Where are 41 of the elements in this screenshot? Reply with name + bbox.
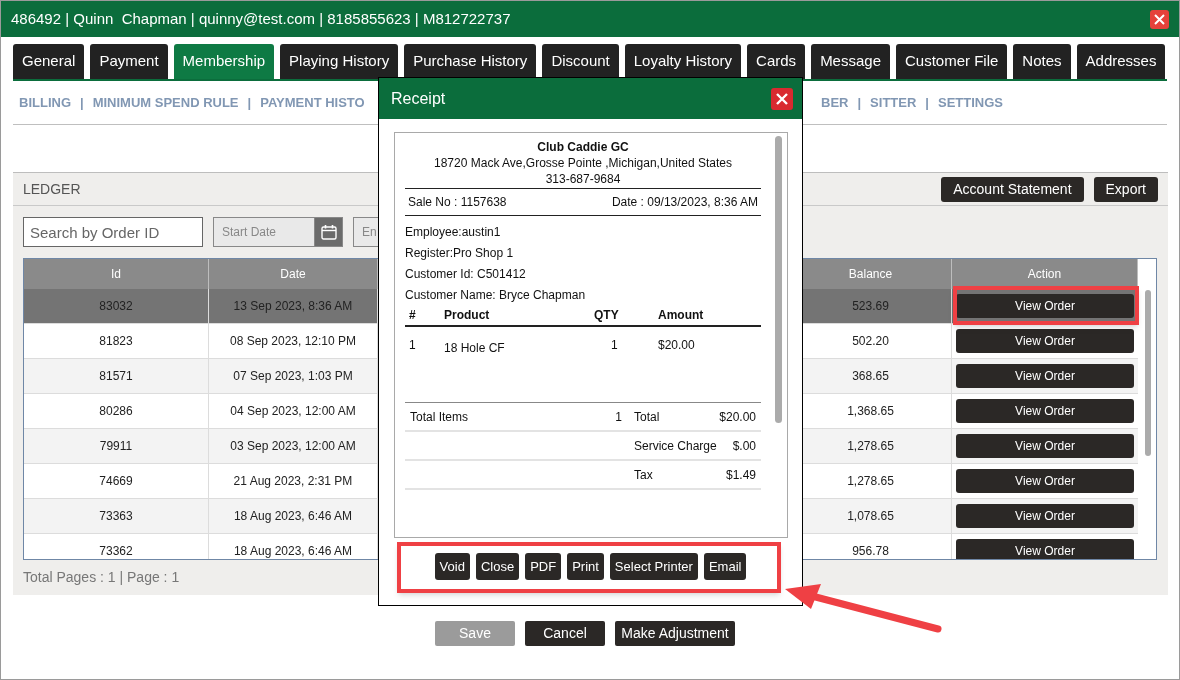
totals-label: Tax (633, 466, 654, 484)
receipt-info: Customer Name: Bryce Chapman (405, 286, 587, 304)
receipt-info: Employee:austin1 (405, 223, 502, 241)
sale-date: Date : 09/13/2023, 8:36 AM (611, 194, 758, 211)
table-cell: 80286 (24, 394, 209, 428)
receipt-cell-text: 18 Hole CF (443, 340, 506, 357)
receipt-cell-text: 1 (408, 337, 417, 354)
table-cell: 81571 (24, 359, 209, 393)
table-cell: 73363 (24, 499, 209, 533)
receipt-info: Customer Id: C501412 (405, 265, 527, 283)
receipt-column-header: Amount (657, 307, 705, 324)
receipt-column-header: Product (443, 307, 491, 324)
totals-value: $20.00 (718, 408, 756, 426)
separator: | (79, 93, 85, 112)
column-header: Action (952, 259, 1138, 289)
table-cell: 79911 (24, 429, 209, 463)
receipt-cell-text: 1 (610, 337, 619, 354)
business-phone: 313-687-9684 (405, 171, 761, 189)
sale-number: Sale No : 1157638 (408, 194, 507, 211)
totals-label: Total (633, 408, 661, 426)
totals-count: 1 (614, 408, 622, 426)
totals-caption: Total Items (410, 408, 470, 426)
table-cell: 81823 (24, 324, 209, 358)
separator: | (856, 93, 863, 112)
receipt-column-header: # (408, 307, 417, 324)
business-address: 18720 Mack Ave,Grosse Pointe ,Michigan,United States (433, 155, 733, 171)
table-cell: 83032 (24, 289, 209, 323)
receipt-cell-text: $20.00 (657, 337, 696, 354)
totals-value: $1.49 (724, 466, 756, 484)
business-name: Club Caddie GC (536, 139, 630, 155)
separator: | (924, 93, 930, 112)
dialog-title: Receipt (391, 88, 446, 109)
window-title: 486492 | Quinn Chapman | quinny@test.com | 8185855623 | M812722737 (11, 8, 511, 29)
action-button: Save (435, 621, 515, 646)
panel-title: LEDGER (23, 179, 81, 199)
receipt-info: Register:Pro Shop 1 (405, 244, 515, 262)
receipt-column-header: QTY (593, 307, 620, 324)
table-cell: 74669 (24, 464, 209, 498)
table-cell: 73362 (24, 534, 209, 559)
page-info: Total Pages : 1 | Page : 1 (22, 568, 181, 587)
separator: | (246, 93, 253, 112)
